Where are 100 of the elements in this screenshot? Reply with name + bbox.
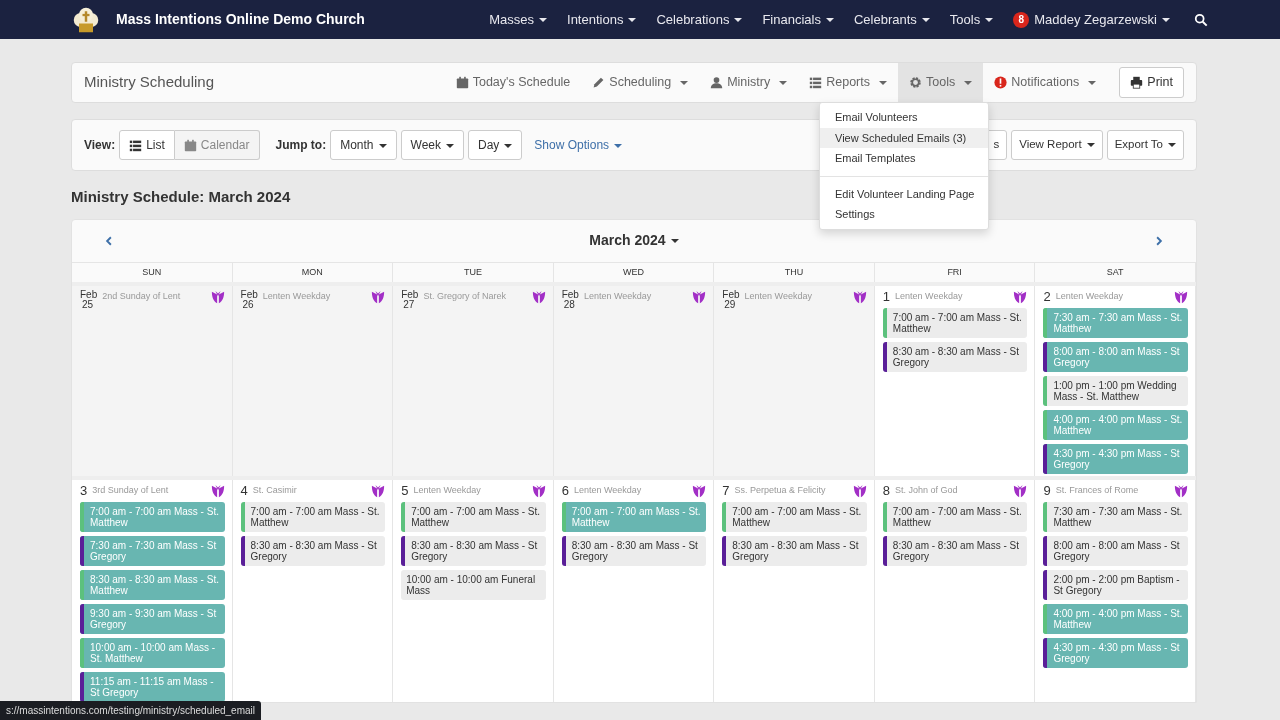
printer-icon: [1130, 76, 1144, 89]
header-menu[interactable]: Ministry: [699, 63, 799, 102]
schedule-event[interactable]: 7:30 am - 7:30 am Mass - St. Matthew: [1043, 502, 1188, 532]
date-number: 1: [882, 290, 891, 303]
nav-menu[interactable]: Celebrations: [646, 9, 753, 30]
date-month: Feb: [561, 290, 579, 300]
menu-item[interactable]: View Scheduled Emails (3): [820, 127, 988, 148]
feast-name: Lenten Weekday: [1055, 290, 1125, 303]
feast-name: Ss. Perpetua & Felicity: [734, 484, 827, 497]
header-menu[interactable]: Today's Schedule: [444, 63, 582, 102]
schedule-event[interactable]: 7:00 am - 7:00 am Mass - St. Matthew: [240, 502, 386, 532]
menu-item[interactable]: Email Templates: [820, 148, 988, 169]
feast-name: St. Gregory of Narek: [423, 290, 507, 303]
feast-name: Lenten Weekday: [744, 290, 813, 303]
feast-name: St. John of God: [895, 484, 959, 497]
shield-icon: [1013, 290, 1028, 304]
view-label: View:: [84, 137, 116, 154]
jump-dropdown[interactable]: Week: [400, 130, 464, 160]
header-menu[interactable]: Notifications: [983, 63, 1108, 102]
calendar-icon: [183, 138, 197, 152]
shield-icon: [1174, 484, 1188, 498]
weekday-header: FRI: [874, 262, 1036, 282]
menu-item[interactable]: Email Volunteers: [820, 107, 988, 128]
user-menu[interactable]: 8 Maddey Zegarzewski: [1003, 9, 1180, 30]
feast-name: Lenten Weekday: [573, 484, 643, 497]
view-toggle[interactable]: List: [119, 130, 175, 160]
feast-name: St. Casimir: [252, 484, 298, 497]
url-status-tooltip: s://massintentions.com/testing/ministry/scheduled_email: [0, 701, 261, 720]
schedule-event[interactable]: 8:30 am - 8:30 am Mass - St Gregory: [561, 536, 707, 566]
list-icon: [129, 138, 143, 152]
nav-menu[interactable]: Financials: [752, 9, 844, 30]
schedule-event[interactable]: 7:00 am - 7:00 am Mass - St. Matthew: [882, 502, 1028, 532]
alert-icon: [994, 76, 1008, 89]
notification-badge: 8: [1013, 11, 1030, 28]
schedule-event[interactable]: 7:00 am - 7:00 am Mass - St. Matthew: [882, 308, 1028, 338]
feast-name: Lenten Weekday: [895, 290, 964, 303]
print-button[interactable]: Print: [1119, 67, 1184, 98]
date-month: Feb: [722, 290, 740, 300]
shield-icon: [852, 484, 867, 498]
schedule-event[interactable]: 2:00 pm - 2:00 pm Baptism - St Gregory: [1043, 570, 1188, 600]
schedule-event[interactable]: 8:30 am - 8:30 am Mass - St Gregory: [401, 536, 546, 566]
schedule-event[interactable]: 8:30 am - 8:30 am Mass - St Gregory: [882, 342, 1028, 372]
header-menu[interactable]: Tools: [898, 63, 984, 102]
nav-menu[interactable]: Celebrants: [843, 9, 940, 30]
church-logo-icon: [72, 5, 100, 34]
schedule-title: Ministry Schedule: March 2024: [71, 187, 291, 207]
feast-name: Lenten Weekday: [413, 484, 482, 497]
weekday-header: MON: [232, 262, 394, 282]
header-menu[interactable]: Scheduling: [581, 63, 700, 102]
search-icon[interactable]: [1194, 12, 1208, 27]
date-number: 6: [561, 484, 569, 497]
person-icon: [710, 76, 724, 89]
shield-icon: [1174, 290, 1188, 304]
jump-dropdown[interactable]: Month: [330, 130, 397, 160]
brand-title[interactable]: Mass Intentions Online Demo Church: [116, 9, 365, 30]
date-month: Feb: [401, 290, 419, 300]
schedule-event[interactable]: 8:00 am - 8:00 am Mass - St Gregory: [1043, 536, 1188, 566]
pencil-icon: [592, 76, 606, 89]
schedule-event[interactable]: 8:30 am - 8:30 am Mass - St Gregory: [722, 536, 867, 566]
shield-icon: [371, 290, 386, 304]
month-selector[interactable]: March 2024: [589, 230, 679, 251]
date-number: 25: [81, 300, 95, 310]
nav-menu[interactable]: Intentions: [557, 9, 647, 30]
header-menu[interactable]: Reports: [798, 63, 898, 102]
shield-icon: [852, 290, 867, 304]
calendar-icon: [455, 76, 469, 89]
toolbar-button[interactable]: View Report: [1011, 130, 1103, 160]
date-number: 27: [402, 300, 416, 310]
weekday-header: SUN: [72, 262, 233, 282]
jump-dropdown[interactable]: Day: [468, 130, 523, 160]
feast-name: St. Frances of Rome: [1055, 484, 1140, 497]
date-number: 3: [80, 484, 88, 497]
shield-icon: [531, 290, 546, 304]
schedule-event[interactable]: 8:30 am - 8:30 am Mass - St Gregory: [882, 536, 1028, 566]
schedule-event[interactable]: 10:00 am - 10:00 am Funeral Mass: [401, 570, 546, 600]
shield-icon: [1013, 484, 1028, 498]
schedule-event[interactable]: 8:30 am - 8:30 am Mass - St Gregory: [240, 536, 386, 566]
menu-item[interactable]: Edit Volunteer Landing Page: [820, 183, 988, 204]
toolbar-button[interactable]: Export To: [1106, 130, 1184, 160]
feast-name: 2nd Sunday of Lent: [102, 290, 182, 303]
feast-name: Lenten Weekday: [262, 290, 332, 303]
jump-label: Jump to:: [275, 137, 327, 154]
menu-item[interactable]: Settings: [820, 204, 988, 225]
show-options-link[interactable]: Show Options: [534, 136, 623, 154]
nav-menu[interactable]: Tools: [939, 9, 1004, 30]
date-number: 29: [723, 300, 737, 310]
date-month: Feb: [240, 290, 258, 300]
date-number: 5: [401, 484, 409, 497]
nav-menu[interactable]: Masses: [479, 9, 558, 30]
schedule-event[interactable]: 1:00 pm - 1:00 pm Wedding Mass - St. Matthew: [1043, 376, 1188, 406]
shield-icon: [692, 484, 707, 498]
date-number: 2: [1043, 290, 1051, 303]
schedule-event[interactable]: 7:00 am - 7:00 am Mass - St. Matthew: [401, 502, 546, 532]
weekday-header: SAT: [1035, 262, 1196, 282]
shield-icon: [371, 484, 386, 498]
date-number: 4: [240, 484, 248, 497]
date-number: 28: [562, 300, 576, 310]
shield-icon: [531, 484, 546, 498]
settings-icon: [909, 76, 922, 89]
schedule-event[interactable]: 7:00 am - 7:00 am Mass - St. Matthew: [722, 502, 867, 532]
